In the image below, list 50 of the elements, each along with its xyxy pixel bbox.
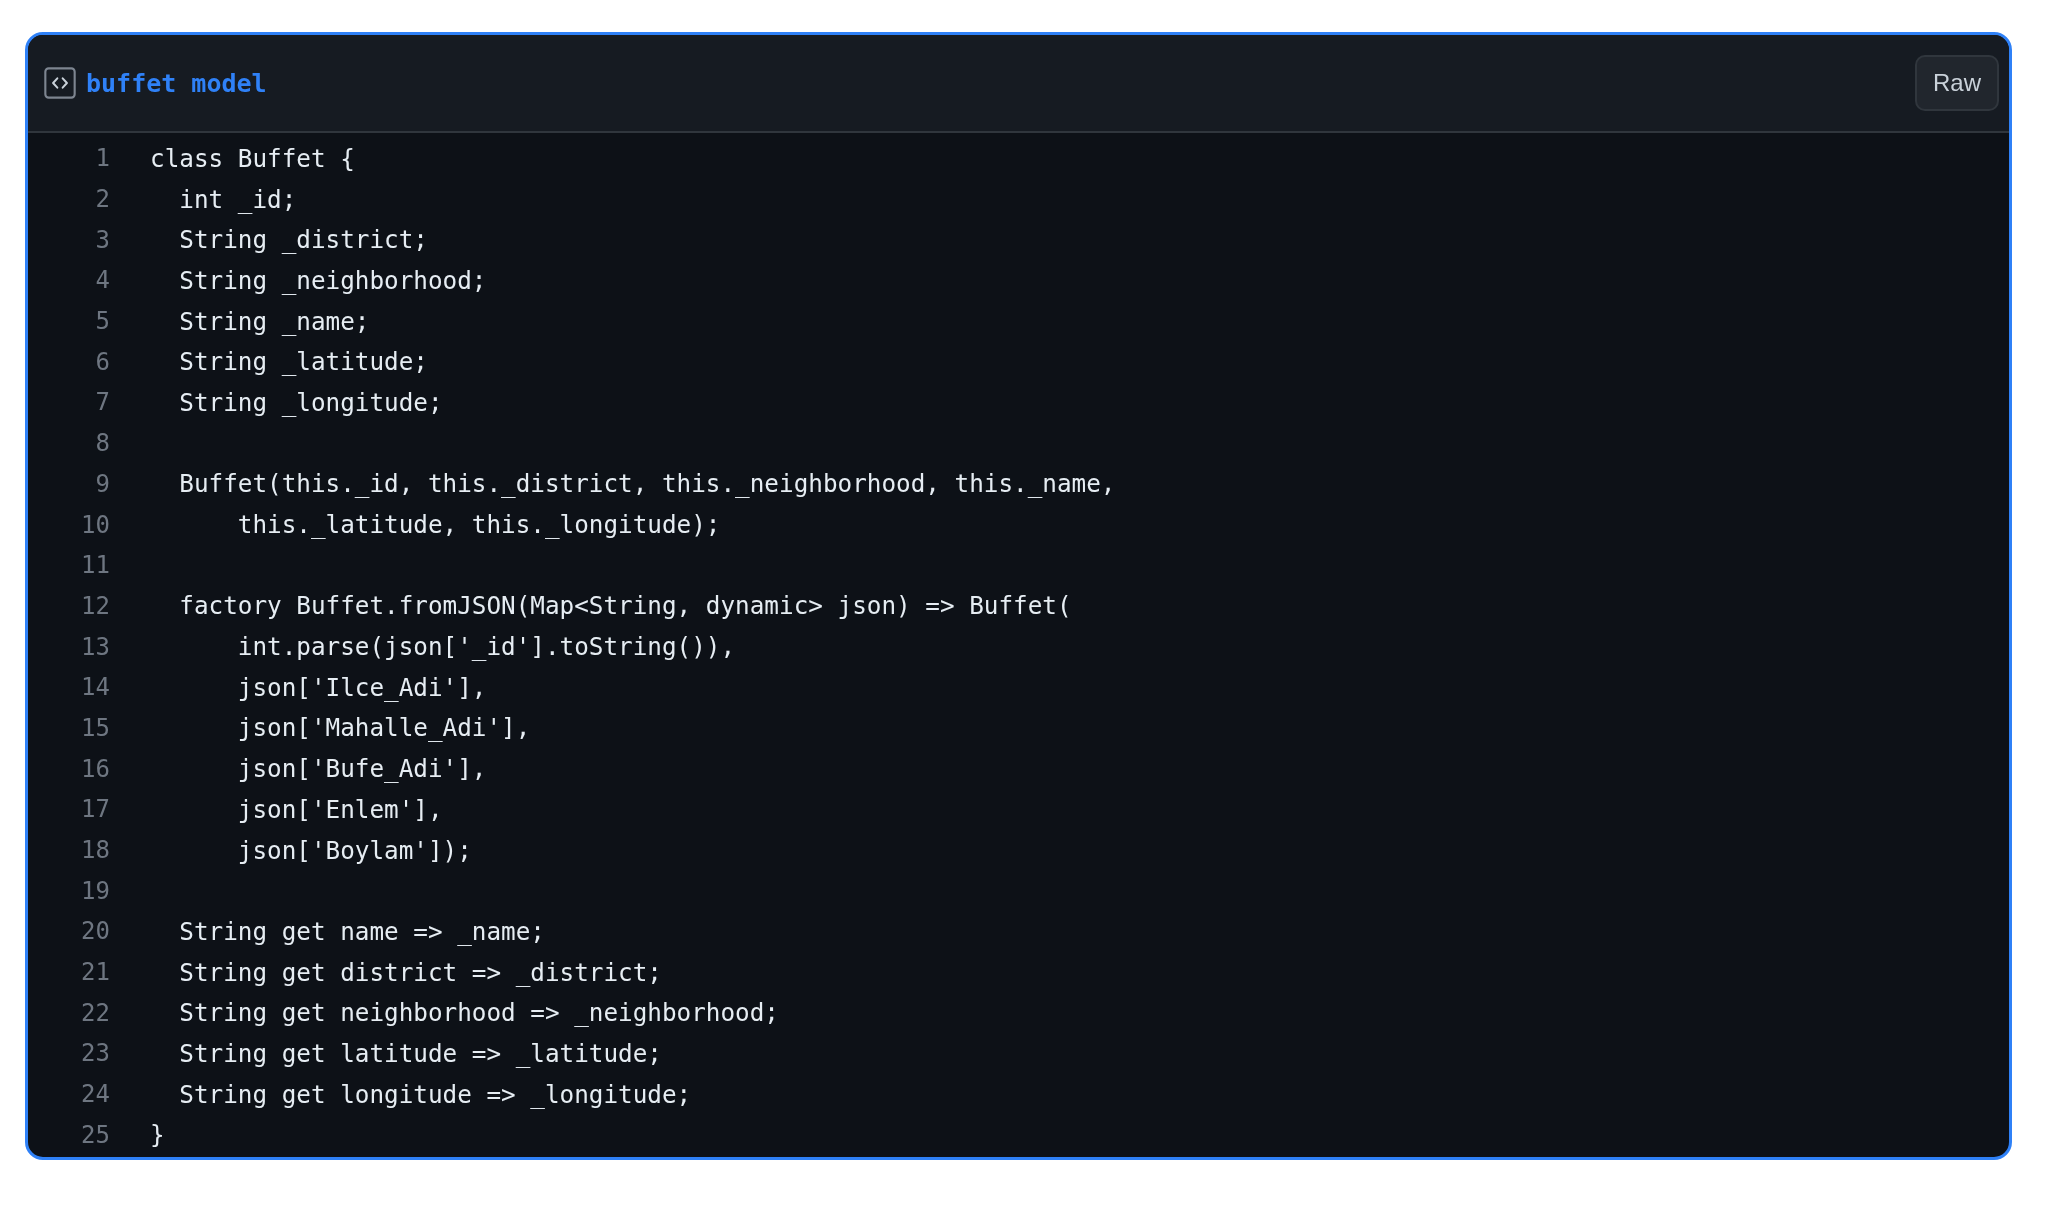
file-title-link[interactable]: buffet model: [86, 68, 267, 98]
code-line: this._latitude, this._longitude);: [236, 510, 721, 540]
code-line: json['Enlem'],: [236, 794, 443, 824]
line-number: 5: [94, 307, 110, 336]
line-number: 9: [94, 469, 110, 498]
code-line: String get neighborhood => _neighborhood;: [178, 998, 779, 1028]
line-number: 16: [80, 754, 110, 783]
line-number: 21: [80, 958, 110, 987]
code-line: class Buffet {: [150, 143, 355, 173]
code-line: json['Bufe_Adi'],: [236, 754, 487, 784]
line-number: 13: [80, 632, 110, 661]
line-number: 22: [80, 998, 110, 1027]
line-number: 14: [80, 673, 110, 702]
line-number: 24: [80, 1080, 110, 1109]
line-number: 12: [80, 591, 110, 620]
line-number: 7: [94, 388, 110, 417]
line-number: 1: [94, 144, 110, 173]
code-line: String get name => _name;: [178, 916, 545, 946]
code-line: Buffet(this._id, this._district, this._neighborhood, this._name,: [178, 469, 1116, 499]
code-line: }: [150, 1120, 165, 1150]
code-line: String _name;: [178, 306, 370, 336]
line-number: 3: [94, 225, 110, 254]
line-number: 4: [94, 266, 110, 295]
code-line: String _latitude;: [178, 347, 428, 377]
line-number: 23: [80, 1039, 110, 1068]
line-number: 8: [94, 429, 110, 458]
code-line: String _district;: [178, 225, 428, 255]
code-line: int _id;: [178, 184, 297, 214]
line-number: 25: [80, 1120, 110, 1149]
code-line: String _neighborhood;: [178, 265, 487, 295]
line-number: 10: [80, 510, 110, 539]
code-line: json['Ilce_Adi'],: [236, 672, 487, 702]
line-number: 19: [80, 876, 110, 905]
code-line: String get longitude => _longitude;: [178, 1079, 692, 1109]
code-line: json['Boylam']);: [236, 835, 472, 865]
code-line: String get district => _district;: [178, 957, 662, 987]
line-number: 2: [94, 185, 110, 214]
raw-button[interactable]: Raw: [1915, 55, 1999, 111]
code-line: String _longitude;: [178, 387, 443, 417]
line-number: 6: [94, 347, 110, 376]
line-number: 20: [80, 917, 110, 946]
line-number: 11: [80, 551, 110, 580]
code-file-icon: [44, 67, 76, 99]
code-line: factory Buffet.fromJSON(Map<String, dynamic> json) => Buffet(: [178, 591, 1072, 621]
code-line: int.parse(json['_id'].toString()),: [236, 632, 736, 662]
code-line: json['Mahalle_Adi'],: [236, 713, 531, 743]
line-number: 17: [80, 795, 110, 824]
code-line: String get latitude => _latitude;: [178, 1038, 662, 1068]
line-number: 18: [80, 836, 110, 865]
line-number: 15: [80, 713, 110, 742]
